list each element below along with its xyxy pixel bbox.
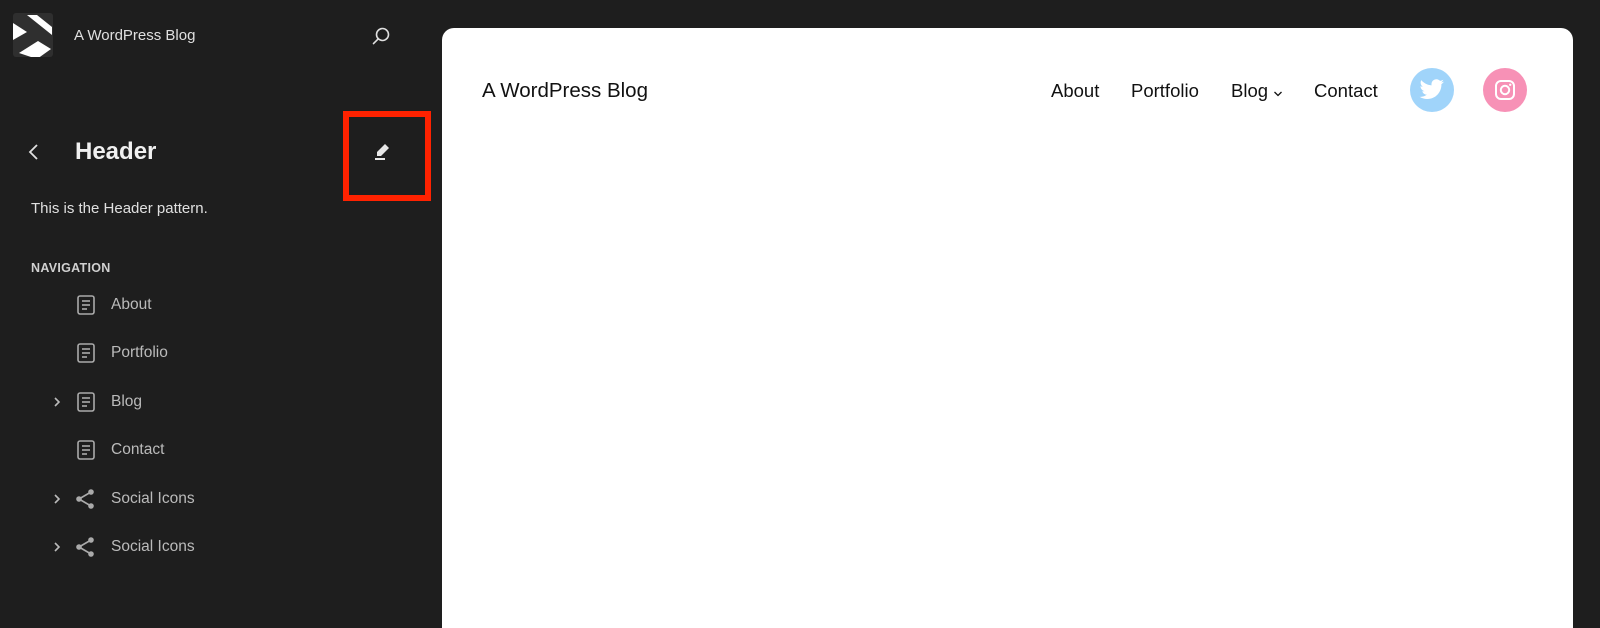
instagram-icon [1495,80,1515,100]
navigation-heading: NAVIGATION [31,261,111,275]
page-icon [75,341,97,365]
preview-nav-portfolio[interactable]: Portfolio [1131,80,1199,102]
edit-button[interactable] [371,141,393,163]
nav-item-label: Social Icons [111,490,195,507]
instagram-link[interactable] [1483,68,1527,112]
preview-nav-contact[interactable]: Contact [1314,80,1378,102]
twitter-icon [1419,79,1444,99]
nav-item-about[interactable]: About [0,285,420,325]
share-icon [75,535,97,559]
search-icon [372,27,390,45]
back-button[interactable] [22,140,46,164]
nav-item-label: About [111,296,152,313]
pattern-description: This is the Header pattern. [31,200,208,217]
site-editor-sidebar: A WordPress Blog Header This is the Head… [0,0,440,604]
page-icon [75,293,97,317]
chevron-right-icon[interactable] [50,394,64,410]
nav-item-blog[interactable]: Blog [0,382,420,422]
screen-title: Header [75,138,157,165]
chevron-left-icon [28,144,38,160]
nav-item-contact[interactable]: Contact [0,430,420,470]
preview-navigation: About Portfolio Blog Contact [442,80,1573,104]
preview-nav-about[interactable]: About [1051,80,1099,102]
site-logo-icon [13,15,52,57]
nav-item-portfolio[interactable]: Portfolio [0,333,420,373]
preview-nav-blog[interactable]: Blog [1231,80,1283,103]
chevron-down-icon [1273,81,1283,103]
nav-item-social-icons[interactable]: Social Icons [0,527,420,567]
site-logo-button[interactable] [13,13,53,57]
site-title[interactable]: A WordPress Blog [74,27,195,44]
nav-item-label: Portfolio [111,344,168,361]
pencil-icon [375,144,389,160]
nav-item-label: Blog [111,393,143,410]
page-icon [75,438,97,462]
nav-item-label: Social Icons [111,538,195,555]
editor-canvas-preview[interactable]: A WordPress Blog About Portfolio Blog Co… [442,28,1573,628]
preview-nav-blog-label: Blog [1231,80,1269,101]
nav-item-label: Contact [111,441,165,458]
search-button[interactable] [368,23,394,49]
twitter-link[interactable] [1410,68,1454,112]
share-icon [75,487,97,511]
chevron-right-icon[interactable] [50,491,64,507]
page-icon [75,390,97,414]
chevron-right-icon[interactable] [50,539,64,555]
nav-item-social-icons[interactable]: Social Icons [0,479,420,519]
